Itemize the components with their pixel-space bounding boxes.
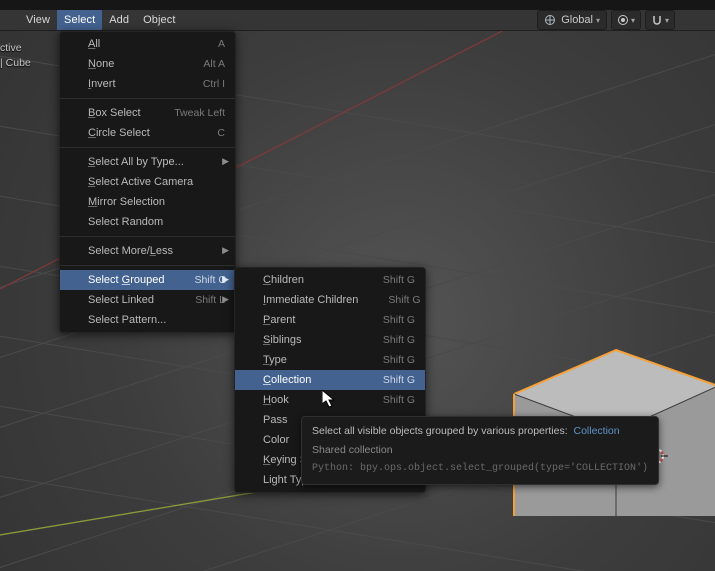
menu-item-type[interactable]: Type Shift G [235, 350, 425, 370]
submenu-arrow-icon: ▶ [222, 245, 229, 256]
tooltip: Select all visible objects grouped by va… [301, 416, 659, 485]
menu-item-collection[interactable]: Collection Shift G [235, 370, 425, 390]
chevron-down-icon: ▾ [631, 16, 635, 25]
menu-select[interactable]: Select [57, 10, 102, 30]
workspace-tabs-strip [0, 0, 715, 10]
tooltip-enum: Collection [573, 425, 619, 437]
menu-item-select-all-by-type[interactable]: Select All by Type... ▶ [60, 152, 235, 172]
orientation-icon [544, 14, 556, 26]
menu-item-select-pattern[interactable]: Select Pattern... [60, 310, 235, 330]
menu-item-hook[interactable]: Hook Shift G [235, 390, 425, 410]
snap-dropdown[interactable]: ▾ [645, 10, 675, 30]
transform-orientation-label: Global [561, 14, 593, 26]
menu-separator [60, 147, 235, 148]
chevron-down-icon: ▾ [596, 16, 600, 25]
pivot-icon [617, 14, 629, 26]
tooltip-description: Select all visible objects grouped by va… [312, 425, 568, 437]
menu-item-invert[interactable]: Invert Ctrl I [60, 74, 235, 94]
pivot-point-dropdown[interactable]: ▾ [611, 10, 641, 30]
menu-item-select-linked[interactable]: Select Linked Shift L ▶ [60, 290, 235, 310]
chevron-down-icon: ▾ [665, 16, 669, 25]
menu-item-immediate-children[interactable]: Immediate Children Shift G [235, 290, 425, 310]
menu-object[interactable]: Object [136, 10, 182, 30]
submenu-arrow-icon: ▶ [222, 274, 229, 285]
menu-item-all[interactable]: All A [60, 34, 235, 54]
menu-item-select-grouped[interactable]: Select Grouped Shift G ▶ [60, 270, 235, 290]
menu-add[interactable]: Add [102, 10, 136, 30]
overlay-line-2: | Cube [0, 56, 31, 71]
tooltip-subtext: Shared collection [312, 442, 648, 458]
overlay-line-1: ctive [0, 41, 31, 56]
submenu-arrow-icon: ▶ [222, 294, 229, 305]
submenu-arrow-icon: ▶ [222, 156, 229, 167]
menu-separator [60, 236, 235, 237]
menu-item-none[interactable]: None Alt A [60, 54, 235, 74]
menu-separator [60, 265, 235, 266]
menu-item-siblings[interactable]: Siblings Shift G [235, 330, 425, 350]
menu-item-select-more-less[interactable]: Select More/Less ▶ [60, 241, 235, 261]
menu-item-mirror-selection[interactable]: Mirror Selection [60, 192, 235, 212]
viewport-header: View Select Add Object Global ▾ ▾ ▾ [0, 10, 715, 31]
tooltip-python: Python: bpy.ops.object.select_grouped(ty… [312, 461, 648, 477]
menu-item-circle-select[interactable]: Circle Select C [60, 123, 235, 143]
menu-item-select-random[interactable]: Select Random [60, 212, 235, 232]
magnet-icon [651, 14, 663, 26]
menu-separator [60, 98, 235, 99]
menu-item-children[interactable]: Children Shift G [235, 270, 425, 290]
menu-item-parent[interactable]: Parent Shift G [235, 310, 425, 330]
transform-orientation-dropdown[interactable]: Global ▾ [537, 10, 607, 30]
menu-item-select-active-camera[interactable]: Select Active Camera [60, 172, 235, 192]
menu-item-box-select[interactable]: Box Select Tweak Left [60, 103, 235, 123]
menu-view[interactable]: View [19, 10, 57, 30]
viewport-overlay-text: ctive | Cube [0, 41, 31, 71]
select-menu: All A None Alt A Invert Ctrl I Box Selec… [59, 31, 236, 333]
